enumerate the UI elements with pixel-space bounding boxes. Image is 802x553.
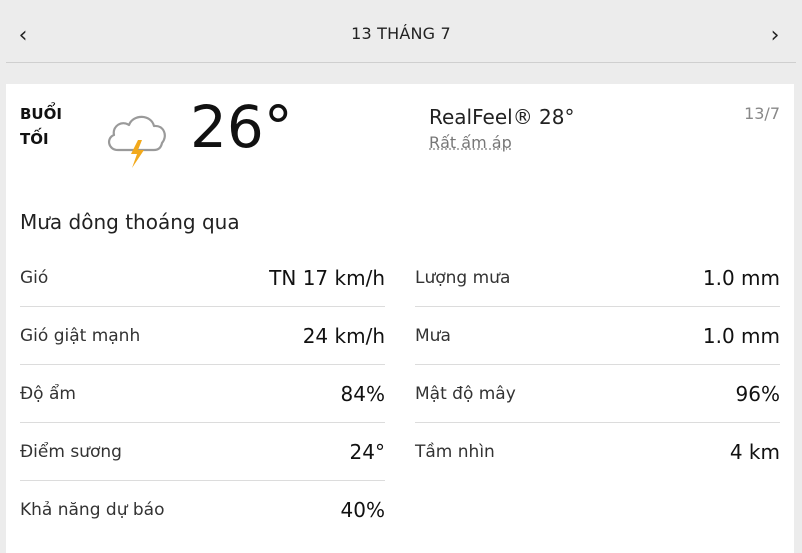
detail-label: Độ ẩm [20,383,76,404]
detail-label: Tầm nhìn [415,441,495,462]
detail-label: Mưa [415,325,451,346]
detail-value: 1.0 mm [702,323,780,348]
current-temperature: 26° [190,93,293,161]
detail-value: 24° [349,439,385,464]
detail-row-dew-point: Điểm sương 24° [20,423,385,481]
chevron-right-icon: › [770,22,780,48]
detail-value: 40% [340,497,385,522]
detail-label: Điểm sương [20,441,122,462]
forecast-card: BUỔI TỐI 26° RealFeel® 28° Rất ấm áp 13/… [6,84,794,553]
period-label-line1: BUỔI [20,105,62,123]
next-day-button[interactable]: › [760,20,790,50]
detail-row-wind-gusts: Gió giật mạnh 24 km/h [20,307,385,365]
details-left-column: Gió TN 17 km/h Gió giật mạnh 24 km/h Độ … [20,249,385,538]
detail-value: 84% [340,381,385,406]
cloud-thunderstorm-icon [108,115,166,168]
date-navigation-bar: ‹ 13 THÁNG 7 › [0,0,802,70]
detail-row-probability: Khả năng dự báo 40% [20,481,385,538]
detail-row-humidity: Độ ẩm 84% [20,365,385,423]
detail-value: 96% [735,381,780,406]
detail-row-wind: Gió TN 17 km/h [20,249,385,307]
detail-label: Gió [20,267,49,288]
detail-label: Khả năng dự báo [20,499,165,520]
divider [6,62,796,63]
detail-row-visibility: Tầm nhìn 4 km [415,423,780,480]
details-right-column: Lượng mưa 1.0 mm Mưa 1.0 mm Mật độ mây 9… [415,249,780,480]
detail-row-cloud-cover: Mật độ mây 96% [415,365,780,423]
detail-value: 4 km [729,439,780,464]
detail-label: Gió giật mạnh [20,325,141,346]
period-label-line2: TỐI [20,130,49,148]
realfeel-temperature: RealFeel® 28° [429,105,575,129]
weather-phrase: Mưa dông thoáng qua [20,210,240,234]
detail-row-rain: Mưa 1.0 mm [415,307,780,365]
detail-value: TN 17 km/h [269,265,385,290]
detail-label: Lượng mưa [415,267,511,288]
detail-value: 24 km/h [302,323,385,348]
realfeel-description[interactable]: Rất ấm áp [429,133,512,152]
detail-row-precipitation: Lượng mưa 1.0 mm [415,249,780,307]
date-title: 13 THÁNG 7 [351,24,451,43]
detail-value: 1.0 mm [702,265,780,290]
detail-label: Mật độ mây [415,383,516,404]
period-label: BUỔI TỐI [20,102,80,152]
short-date: 13/7 [744,104,780,123]
